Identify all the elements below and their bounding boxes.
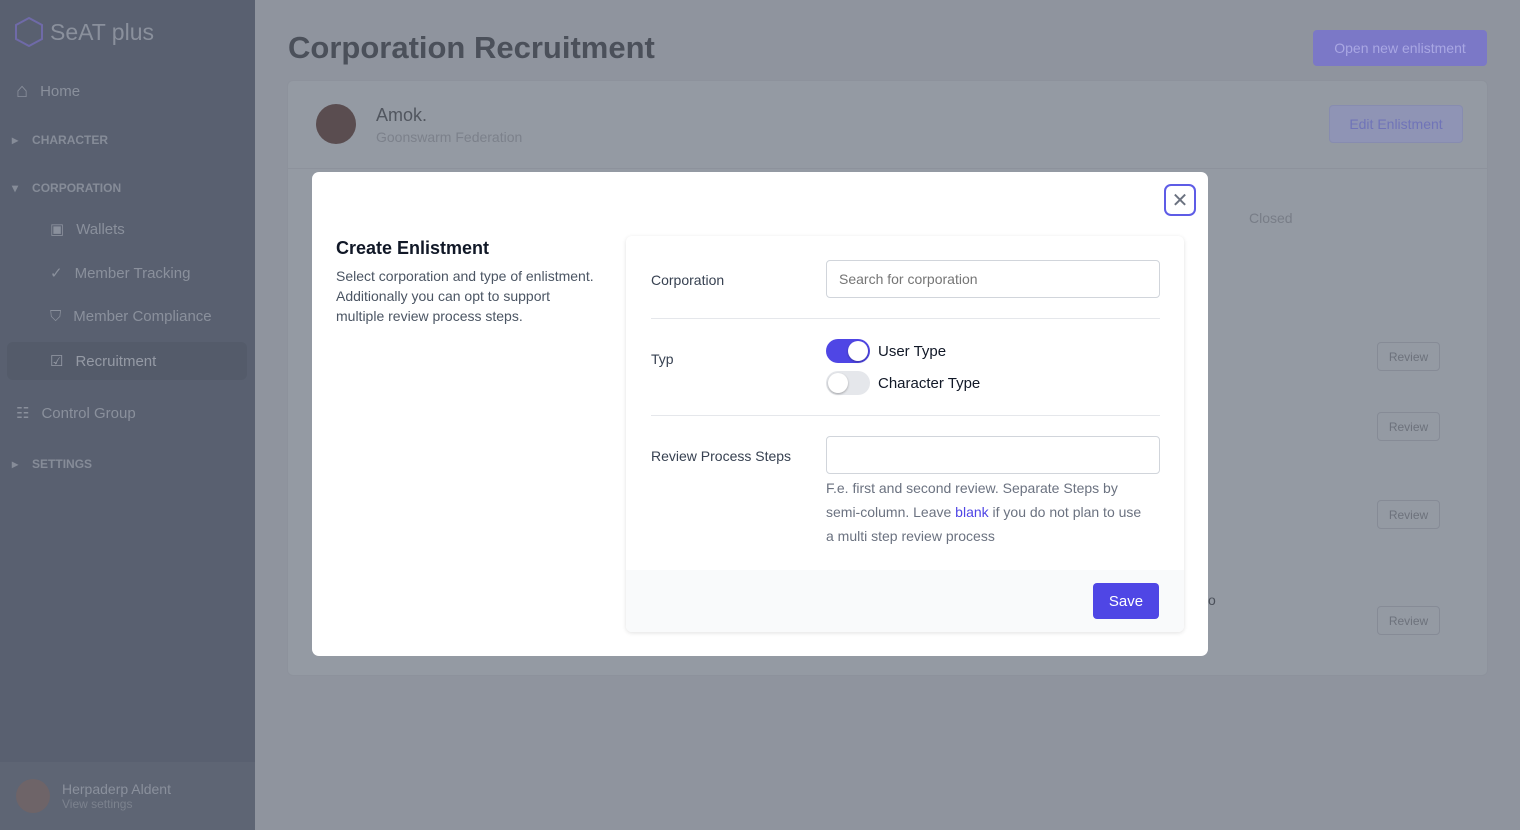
section-label: SETTINGS <box>32 457 93 471</box>
tab-closed[interactable]: Closed <box>1249 210 1293 226</box>
nav-home[interactable]: ⌂ Home <box>16 80 80 103</box>
nav-label: Control Group <box>41 404 136 422</box>
nav-member-compliance[interactable]: ⛉ Member Compliance <box>50 308 212 325</box>
nav-corporation[interactable]: ▾ CORPORATION <box>12 181 121 195</box>
review-button[interactable]: Review <box>1377 412 1440 441</box>
nav-label: Member Tracking <box>74 264 191 282</box>
help-link[interactable]: blank <box>955 504 988 520</box>
toggle-knob <box>828 373 848 393</box>
character-type-toggle[interactable] <box>826 371 870 395</box>
corporation-name: Amok. <box>376 105 428 125</box>
modal-description: Select corporation and type of enlistmen… <box>336 268 594 324</box>
nav-home-label: Home <box>40 83 81 100</box>
nav-label: Wallets <box>76 220 125 238</box>
logo[interactable]: SeAT plus <box>14 16 154 48</box>
wallet-icon: ▣ <box>50 221 65 238</box>
toggle-knob <box>848 341 868 361</box>
caret-right-icon: ▸ <box>12 457 19 471</box>
caret-right-icon: ▸ <box>12 133 19 147</box>
nav-label: Recruitment <box>75 352 157 370</box>
partial-text: o <box>1208 592 1216 608</box>
app-name: SeAT plus <box>50 18 154 45</box>
review-button[interactable]: Review <box>1377 342 1440 371</box>
shield-check-icon: ⛉ <box>50 308 62 325</box>
edit-enlistment-button[interactable]: Edit Enlistment <box>1329 105 1463 143</box>
corporation-label: Corporation <box>651 272 725 288</box>
divider <box>651 318 1160 319</box>
divider <box>651 415 1160 416</box>
user-type-label: User Type <box>878 343 947 360</box>
close-icon: ✕ <box>1171 189 1189 212</box>
create-enlistment-modal: ✕ Create Enlistment Select corporation a… <box>312 172 1208 656</box>
user-type-toggle[interactable] <box>826 339 870 363</box>
nav-recruitment[interactable]: ☑ Recruitment <box>50 352 157 371</box>
view-settings-link[interactable]: View settings <box>62 797 171 811</box>
seat-logo-icon <box>15 16 43 48</box>
home-icon: ⌂ <box>16 80 29 102</box>
nav-wallets[interactable]: ▣ Wallets <box>50 220 125 239</box>
corporation-search-input[interactable] <box>826 260 1160 298</box>
close-button[interactable]: ✕ <box>1164 184 1196 216</box>
open-enlistment-button[interactable]: Open new enlistment <box>1313 30 1487 66</box>
review-steps-label: Review Process Steps <box>651 448 792 464</box>
user-profile[interactable]: Herpaderp Aldent View settings <box>0 762 255 830</box>
typ-label: Typ <box>651 351 674 367</box>
avatar <box>16 779 50 813</box>
caret-down-icon: ▾ <box>12 181 19 195</box>
review-steps-input[interactable] <box>826 436 1160 474</box>
user-group-icon: ☷ <box>16 405 30 422</box>
character-type-label: Character Type <box>878 375 981 392</box>
modal-title: Create Enlistment <box>336 238 490 258</box>
clipboard-check-icon: ☑ <box>50 353 64 370</box>
review-button[interactable]: Review <box>1377 606 1440 635</box>
enlistment-form: Corporation Typ User Type Character Type… <box>626 236 1184 632</box>
form-footer: Save <box>626 570 1184 632</box>
nav-label: Member Compliance <box>73 308 212 325</box>
nav-character[interactable]: ▸ CHARACTER <box>12 133 108 147</box>
user-name: Herpaderp Aldent <box>62 781 171 797</box>
badge-check-icon: ✓ <box>50 265 63 282</box>
corporation-avatar <box>316 104 356 144</box>
alliance-name: Goonswarm Federation <box>376 129 523 145</box>
nav-control-group[interactable]: ☷ Control Group <box>16 404 136 423</box>
section-label: CHARACTER <box>32 133 109 147</box>
nav-settings[interactable]: ▸ SETTINGS <box>12 457 92 471</box>
sidebar: SeAT plus ⌂ Home ▸ CHARACTER ▾ CORPORATION … <box>0 0 255 830</box>
review-steps-help: F.e. first and second review. Separate S… <box>826 476 1146 548</box>
page-title: Corporation Recruitment <box>288 30 655 65</box>
save-button[interactable]: Save <box>1093 583 1159 619</box>
section-label: CORPORATION <box>32 181 122 195</box>
nav-member-tracking[interactable]: ✓ Member Tracking <box>50 264 191 283</box>
review-button[interactable]: Review <box>1377 500 1440 529</box>
